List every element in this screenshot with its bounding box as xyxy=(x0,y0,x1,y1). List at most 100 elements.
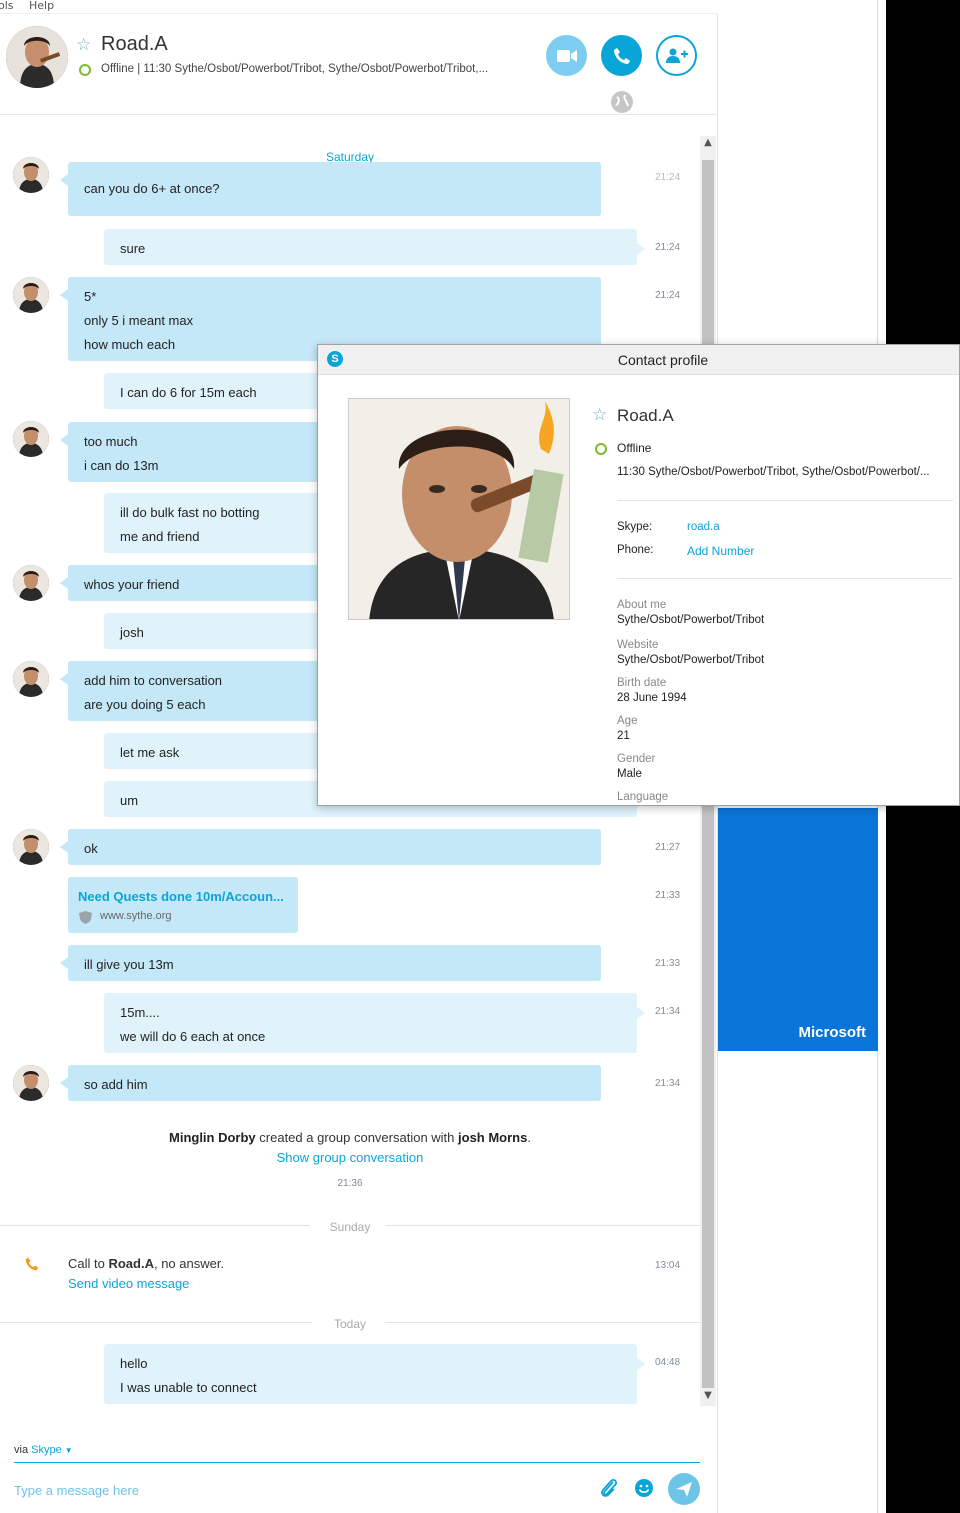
favorite-star-icon[interactable]: ☆ xyxy=(592,405,607,425)
sender-avatar xyxy=(13,157,49,193)
message-text: sure xyxy=(120,241,146,256)
message-text: ok xyxy=(84,841,98,856)
message-bubble-incoming[interactable]: ok xyxy=(60,829,601,865)
profile-titlebar[interactable]: S Contact profile xyxy=(318,345,959,375)
message-text: we will do 6 each at once xyxy=(120,1029,266,1044)
sender-avatar xyxy=(13,421,49,457)
message-text: ill give you 13m xyxy=(84,957,174,972)
birthdate-value: 28 June 1994 xyxy=(617,692,687,704)
message-bubble-outgoing[interactable]: sure xyxy=(104,229,645,265)
chevron-down-icon[interactable]: ▼ xyxy=(65,1446,73,1455)
sender-avatar xyxy=(13,1065,49,1101)
message-text: 5* xyxy=(84,289,97,304)
sender-avatar xyxy=(13,277,49,313)
message-bubble-incoming[interactable]: ill give you 13m xyxy=(60,945,601,981)
video-camera-icon xyxy=(556,49,577,62)
message-time: 21:24 xyxy=(655,290,681,301)
link-url: www.sythe.org xyxy=(100,910,172,922)
message-time: 21:27 xyxy=(655,842,681,853)
add-person-icon xyxy=(665,48,688,63)
globe-icon[interactable] xyxy=(611,91,633,113)
conversation-header: ☆ Road.A Offline | 11:30 Sythe/Osbot/Pow… xyxy=(0,14,716,115)
scroll-up-icon[interactable]: ▲ xyxy=(700,137,716,151)
send-button[interactable] xyxy=(668,1473,700,1505)
video-call-button[interactable] xyxy=(546,35,587,76)
contact-profile-window: S Contact profile ☆ Road.A Offline 11:30… xyxy=(317,344,960,806)
microsoft-ad-tile[interactable]: Microsoft xyxy=(718,808,878,1051)
gender-value: Male xyxy=(617,768,642,780)
birthdate-label: Birth date xyxy=(617,677,667,689)
skype-label: Skype: xyxy=(617,521,653,533)
message-time: 21:33 xyxy=(655,890,681,901)
message-text: so add him xyxy=(84,1077,148,1092)
profile-name: Road.A xyxy=(617,406,674,425)
sender-avatar xyxy=(13,565,49,601)
status-offline-icon xyxy=(595,443,607,455)
profile-window-title: Contact profile xyxy=(617,352,709,368)
callee-name: Road.A xyxy=(108,1256,154,1271)
message-input[interactable] xyxy=(14,1480,574,1500)
invitee-name: josh Morns xyxy=(458,1130,528,1145)
contact-name: Road.A xyxy=(101,33,168,55)
message-bubble-incoming[interactable]: can you do 6+ at once? xyxy=(60,162,601,216)
add-number-link[interactable]: Add Number xyxy=(687,544,754,558)
audio-call-button[interactable] xyxy=(601,35,642,76)
menu-help[interactable]: Help xyxy=(29,0,54,12)
phone-icon xyxy=(613,47,630,64)
add-people-button[interactable] xyxy=(656,35,697,76)
message-text: I was unable to connect xyxy=(120,1380,257,1395)
about-label: About me xyxy=(617,599,667,611)
status-offline-icon xyxy=(79,64,91,76)
message-time: 13:04 xyxy=(655,1260,681,1271)
creator-name: Minglin Dorby xyxy=(169,1130,256,1145)
day-separator-today: Today xyxy=(333,1317,367,1331)
send-video-message-link[interactable]: Send video message xyxy=(68,1276,189,1291)
message-text: hello xyxy=(120,1356,148,1371)
message-text: 15m.... xyxy=(120,1005,160,1020)
group-created-time: 21:36 xyxy=(337,1178,363,1189)
sender-avatar xyxy=(13,661,49,697)
menu-tools[interactable]: ols xyxy=(0,0,14,12)
call-notice: Call to Road.A, no answer. xyxy=(68,1256,225,1271)
paperclip-icon[interactable] xyxy=(599,1477,619,1499)
message-bubble-incoming[interactable]: so add him xyxy=(60,1065,601,1101)
profile-divider xyxy=(617,500,953,501)
message-time: 21:34 xyxy=(655,1078,681,1089)
language-label: Language xyxy=(617,791,669,803)
missed-call-icon xyxy=(25,1257,39,1271)
emoticon-icon[interactable] xyxy=(634,1478,654,1498)
link-title[interactable]: Need Quests done 10m/Accoun... xyxy=(78,889,284,904)
about-value: Sythe/Osbot/Powerbot/Tribot xyxy=(617,614,765,626)
age-value: 21 xyxy=(617,730,630,742)
scroll-down-icon[interactable]: ▼ xyxy=(700,1390,716,1404)
sender-avatar xyxy=(13,829,49,865)
profile-photo xyxy=(348,398,570,620)
show-group-conversation-link[interactable]: Show group conversation xyxy=(0,1150,700,1165)
gender-label: Gender xyxy=(617,753,656,765)
website-value[interactable]: Sythe/Osbot/Powerbot/Tribot xyxy=(617,654,764,666)
message-time: 21:24 xyxy=(655,242,681,253)
favorite-star-icon[interactable]: ☆ xyxy=(76,35,91,55)
ad-brand: Microsoft xyxy=(798,1024,867,1041)
message-bubble-outgoing[interactable]: hello I was unable to connect xyxy=(104,1344,645,1404)
via-selector[interactable]: via Skype ▼ xyxy=(14,1444,73,1456)
message-text: only 5 i meant max xyxy=(84,313,194,328)
profile-status: Offline xyxy=(617,441,652,455)
group-created-notice: Minglin Dorby created a group conversati… xyxy=(169,1130,531,1145)
skype-name[interactable]: road.a xyxy=(687,521,720,533)
profile-divider xyxy=(617,578,953,579)
website-label: Website xyxy=(617,639,659,651)
message-time: 04:48 xyxy=(655,1357,681,1368)
compose-divider xyxy=(14,1462,700,1463)
shield-icon xyxy=(79,911,92,924)
contact-avatar[interactable] xyxy=(6,26,68,88)
message-time: 21:24 xyxy=(655,172,681,183)
message-bubble-outgoing[interactable]: 15m.... we will do 6 each at once xyxy=(104,993,645,1053)
send-icon xyxy=(676,1482,692,1497)
phone-label: Phone: xyxy=(617,544,654,556)
message-time: 21:34 xyxy=(655,1006,681,1017)
link-preview-card[interactable]: Need Quests done 10m/Accoun... www.sythe… xyxy=(68,877,298,933)
message-text: can you do 6+ at once? xyxy=(84,181,220,196)
via-service[interactable]: Skype xyxy=(31,1444,62,1456)
profile-mood: 11:30 Sythe/Osbot/Powerbot/Tribot, Sythe… xyxy=(617,466,930,478)
